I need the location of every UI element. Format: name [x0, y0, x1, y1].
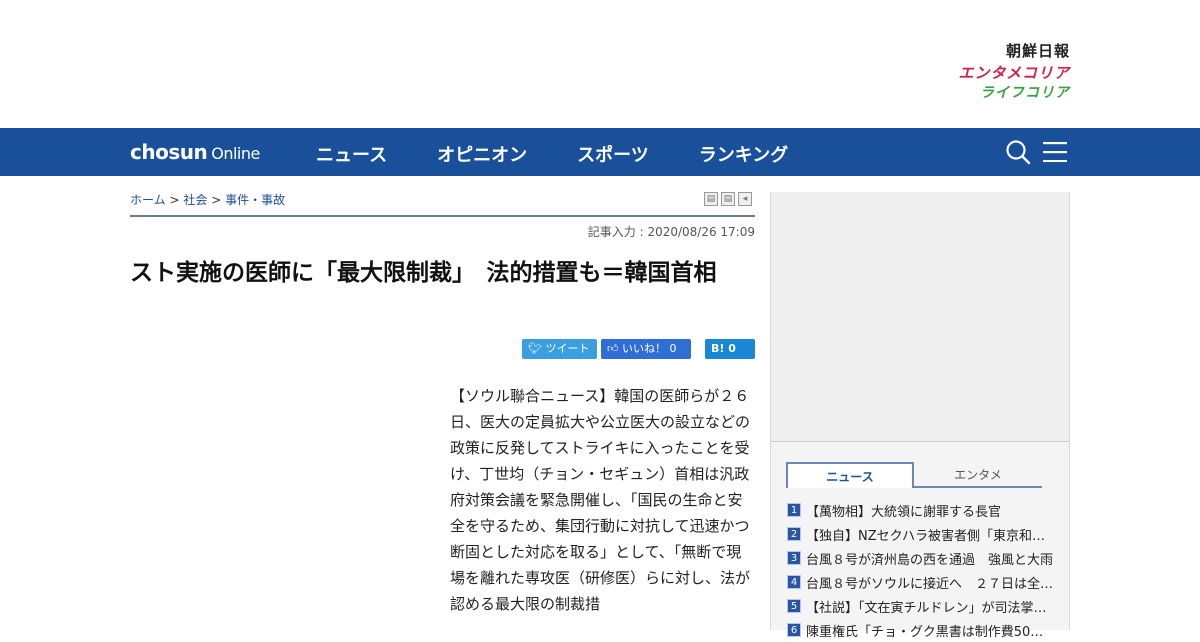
article-list-icon[interactable]: ▤	[721, 192, 735, 206]
search-icon[interactable]	[1005, 139, 1031, 165]
breadcrumb-home[interactable]: ホーム	[130, 193, 166, 207]
header-top: 朝鮮日報 エンタメコリア ライフコリア	[0, 0, 1200, 128]
list-item[interactable]: 1 【萬物相】大統領に謝罪する長官	[787, 498, 1057, 522]
rank-number: 1	[787, 503, 801, 517]
life-korea-logo[interactable]: ライフコリア	[958, 86, 1070, 100]
rank-number: 4	[787, 575, 801, 589]
header-divider	[130, 215, 755, 217]
breadcrumb-separator: >	[169, 193, 180, 207]
sidebar: ニュース エンタメ 1 【萬物相】大統領に謝罪する長官 2 【独自】NZセクハラ被害…	[770, 192, 1070, 640]
rank-number: 3	[787, 551, 801, 565]
article-body: 【ソウル聯合ニュース】韓国の医師らが２６日、医大の定員拡大や公立医大の設立などの…	[450, 387, 751, 613]
thumbs-up-icon: 👍︎	[607, 342, 622, 355]
sidebar-tabs: ニュース エンタメ	[786, 462, 1042, 488]
ranking-news-list: 1 【萬物相】大統領に謝罪する長官 2 【独自】NZセクハラ被害者側「東京和解後… …	[787, 498, 1057, 642]
breadcrumb-separator: >	[211, 193, 222, 207]
chosun-online-logo[interactable]: chosun Online	[130, 140, 260, 164]
nav-item-sports[interactable]: スポーツ	[577, 141, 649, 167]
news-title: 陳重権氏「チョ・グク黒書は制作費50…	[806, 624, 1044, 640]
breadcrumb: ホーム > 社会 > 事件・事故	[130, 191, 285, 208]
list-item[interactable]: 5 【社説】「文在寅チルドレン」が司法掌握…	[787, 594, 1057, 618]
breadcrumb-section[interactable]: 社会	[183, 193, 207, 207]
article-tools: ▤ ▤ ◂	[704, 192, 752, 206]
entame-korea-logo[interactable]: エンタメコリア	[958, 66, 1070, 81]
tweet-label: ツイート	[545, 342, 590, 355]
news-title: 台風８号がソウルに接近へ ２７日は全国…	[806, 576, 1057, 592]
like-label: いいね！ 0	[622, 342, 677, 355]
breadcrumb-subsection[interactable]: 事件・事故	[225, 193, 285, 207]
news-title: 【萬物相】大統領に謝罪する長官	[806, 504, 1002, 520]
twitter-bird-icon: 🐦︎	[528, 342, 546, 355]
social-buttons: 🐦︎ ツイート 👍︎ いいね！ 0 B! 0	[522, 339, 755, 359]
print-icon[interactable]: ▤	[704, 192, 718, 206]
logo-sub: Online	[211, 144, 260, 163]
rank-number: 6	[787, 623, 801, 637]
nav-item-news[interactable]: ニュース	[316, 141, 387, 167]
rank-number: 5	[787, 599, 801, 613]
sidebar-ad-slot	[771, 192, 1069, 442]
main-nav: chosun Online ニュース オピニオン スポーツ ランキング	[0, 128, 1200, 176]
list-item[interactable]: 3 台風８号が済州島の西を通過 強風と大雨	[787, 546, 1057, 570]
hatena-bookmark-button[interactable]: B! 0	[705, 339, 755, 359]
news-title: 台風８号が済州島の西を通過 強風と大雨	[806, 552, 1054, 568]
tab-entame[interactable]: エンタメ	[914, 462, 1042, 488]
logo-main: chosun	[130, 140, 208, 164]
news-title: 【社説】「文在寅チルドレン」が司法掌握…	[806, 600, 1057, 616]
back-icon[interactable]: ◂	[738, 192, 752, 206]
list-item[interactable]: 2 【独自】NZセクハラ被害者側「東京和解後…	[787, 522, 1057, 546]
tweet-button[interactable]: 🐦︎ ツイート	[522, 339, 597, 359]
nav-item-ranking[interactable]: ランキング	[699, 141, 788, 167]
brand-links: 朝鮮日報 エンタメコリア ライフコリア	[958, 44, 1070, 101]
article-headline: スト実施の医師に「最大限制裁」 法的措置も＝韓国首相	[130, 260, 717, 286]
list-item[interactable]: 4 台風８号がソウルに接近へ ２７日は全国…	[787, 570, 1057, 594]
news-title: 【独自】NZセクハラ被害者側「東京和解後…	[806, 528, 1057, 544]
article-date: 記事入力 : 2020/08/26 17:09	[587, 225, 755, 239]
list-item[interactable]: 6 陳重権氏「チョ・グク黒書は制作費50…	[787, 618, 1057, 642]
hamburger-menu-icon[interactable]	[1043, 142, 1067, 162]
rank-number: 2	[787, 527, 801, 541]
nav-item-opinion[interactable]: オピニオン	[437, 141, 527, 167]
nav-menu: ニュース オピニオン スポーツ ランキング	[316, 141, 788, 167]
chosun-ilbo-logo[interactable]: 朝鮮日報	[958, 44, 1070, 59]
tab-news[interactable]: ニュース	[786, 462, 914, 488]
facebook-like-button[interactable]: 👍︎ いいね！ 0	[601, 339, 691, 359]
